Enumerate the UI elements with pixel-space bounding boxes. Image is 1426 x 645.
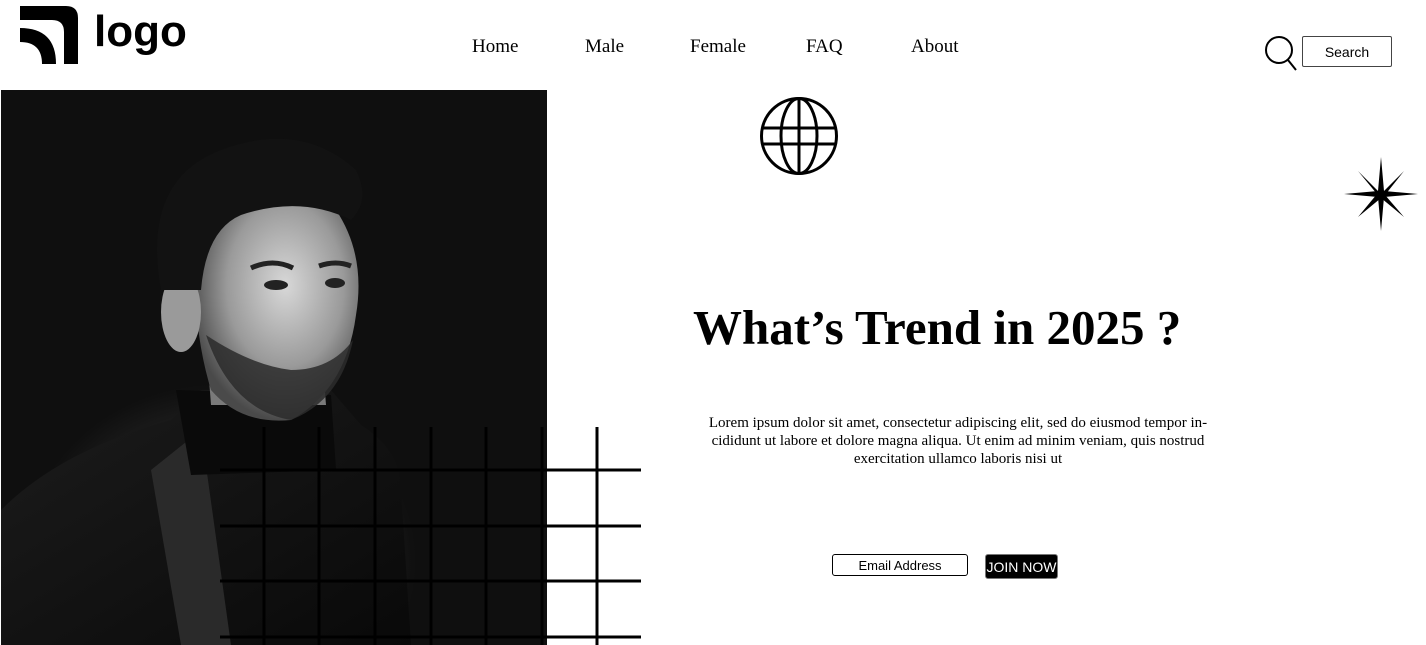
- hero-headline: What’s Trend in 2025 ?: [693, 300, 1182, 355]
- nav-item-female[interactable]: Female: [690, 36, 746, 58]
- globe-icon: [760, 97, 838, 175]
- join-now-button[interactable]: JOIN NOW: [985, 554, 1058, 579]
- sparkle-star-icon: [1344, 157, 1418, 231]
- search-button[interactable]: Search: [1302, 36, 1392, 67]
- nav-item-about[interactable]: About: [911, 36, 959, 58]
- hero-body-text: Lorem ipsum dolor sit amet, consectetur …: [708, 415, 1208, 467]
- nav-item-home[interactable]: Home: [472, 36, 518, 58]
- nav-item-faq[interactable]: FAQ: [806, 36, 843, 58]
- search-icon[interactable]: [1264, 35, 1298, 73]
- nav-item-male[interactable]: Male: [585, 36, 624, 58]
- email-field[interactable]: [832, 554, 968, 576]
- decorative-grid: [220, 427, 641, 645]
- main-nav: Home Male Female FAQ About: [0, 36, 1426, 60]
